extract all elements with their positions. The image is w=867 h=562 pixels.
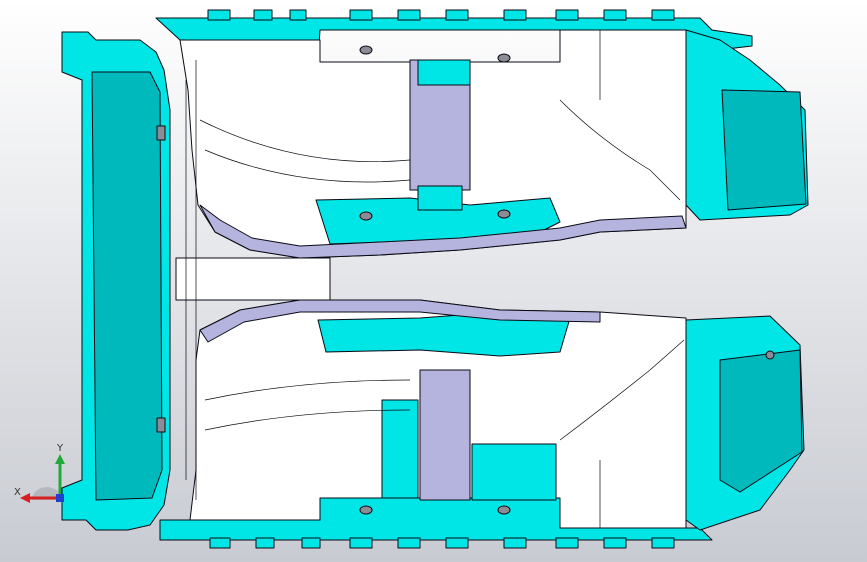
upper-step-block — [417, 59, 471, 86]
z-axis-marker — [56, 494, 64, 502]
upper-riser — [417, 185, 463, 211]
x-axis-arrowhead — [20, 493, 30, 503]
y-axis-arrowhead — [55, 454, 65, 464]
lower-riser — [381, 399, 419, 499]
front-block-upper-face — [721, 89, 807, 211]
y-axis-label: Y — [56, 443, 64, 454]
floor-pan-3d-model[interactable] — [0, 0, 867, 562]
x-axis-label: X — [14, 487, 21, 498]
center-tunnel — [175, 257, 331, 301]
lower-seat-mount — [419, 369, 471, 501]
lower-step-block — [471, 443, 557, 501]
graphics-viewport[interactable]: X Y — [0, 0, 867, 562]
rear-crossmember-face — [91, 71, 163, 501]
coordinate-triad: X Y — [14, 443, 65, 503]
